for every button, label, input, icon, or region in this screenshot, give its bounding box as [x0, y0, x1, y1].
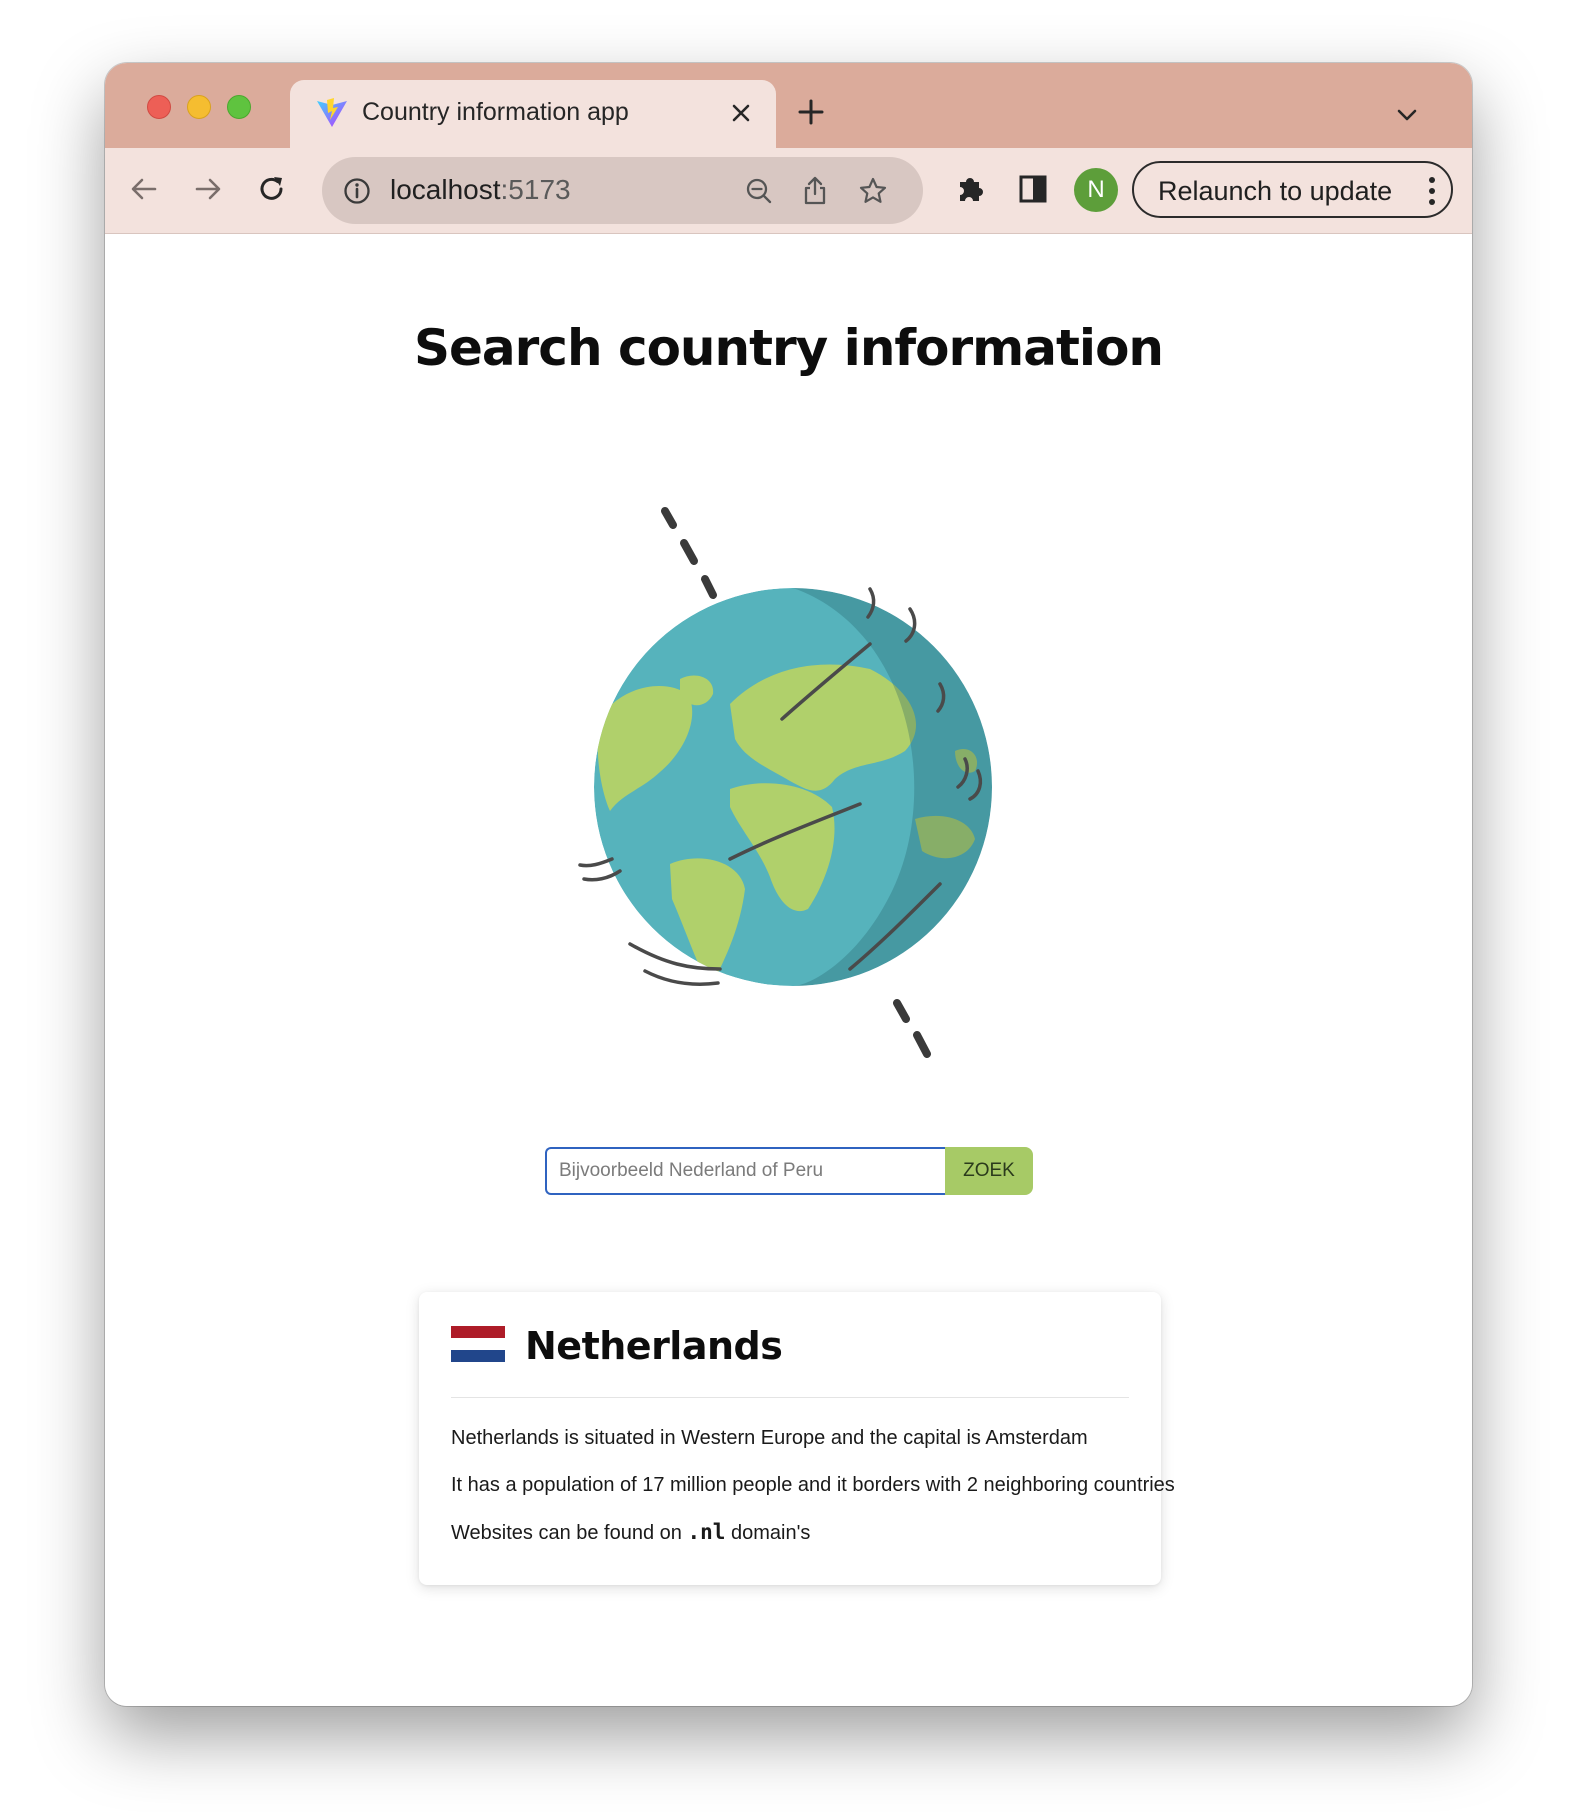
card-divider	[451, 1397, 1129, 1398]
info-line-region: Netherlands is situated in Western Europ…	[451, 1427, 1088, 1449]
kebab-menu-icon[interactable]	[1427, 175, 1437, 207]
share-icon[interactable]	[799, 175, 831, 207]
country-search-input[interactable]	[545, 1147, 945, 1195]
forward-arrow-icon[interactable]	[191, 172, 225, 206]
info-line-population: It has a population of 17 million people…	[451, 1474, 1175, 1496]
star-icon[interactable]	[857, 175, 889, 207]
zoom-out-icon[interactable]	[743, 175, 775, 207]
side-panel-icon[interactable]	[1016, 172, 1050, 206]
relaunch-label: Relaunch to update	[1158, 176, 1393, 206]
country-result-card: Netherlands Netherlands is situated in W…	[419, 1292, 1175, 1585]
info-line-domain: Websites can be found on .nl domain's	[451, 1520, 810, 1545]
url-text[interactable]: localhost:5173	[390, 174, 571, 206]
url-port: :5173	[500, 174, 571, 205]
address-bar[interactable]: localhost:5173	[322, 157, 923, 224]
close-window-button[interactable]	[147, 95, 171, 119]
zoek-button[interactable]: ZOEK	[945, 1147, 1033, 1195]
netherlands-flag-icon	[451, 1326, 505, 1362]
country-name: Netherlands	[525, 1324, 783, 1368]
domain-prefix: Websites can be found on	[451, 1522, 682, 1544]
close-icon[interactable]	[728, 100, 754, 126]
chevron-down-icon[interactable]	[1394, 106, 1420, 124]
vite-favicon	[317, 98, 347, 127]
reload-icon[interactable]	[255, 172, 289, 206]
minimize-window-button[interactable]	[187, 95, 211, 119]
browser-window: Country information app localhost:5173 N…	[105, 63, 1472, 1706]
tab-strip: Country information app	[105, 63, 1472, 148]
tab-title: Country information app	[362, 98, 629, 126]
relaunch-to-update-button[interactable]: Relaunch to update	[1132, 161, 1453, 218]
search-form: ZOEK	[545, 1147, 1033, 1195]
globe-illustration	[578, 507, 992, 1058]
url-host: localhost	[390, 174, 501, 205]
page-viewport: Search country information Bijvoorbeeld …	[105, 234, 1472, 1706]
puzzle-icon[interactable]	[953, 172, 987, 206]
domain-suffix: domain's	[730, 1522, 811, 1544]
domain-code: .nl	[687, 1520, 726, 1544]
profile-avatar[interactable]: N	[1074, 168, 1118, 212]
page-title: Search country information	[413, 319, 1164, 377]
back-arrow-icon[interactable]	[127, 172, 161, 206]
tab-country-information[interactable]: Country information app	[290, 80, 776, 148]
plus-icon[interactable]	[795, 96, 827, 128]
maximize-window-button[interactable]	[227, 95, 251, 119]
info-icon[interactable]	[342, 176, 372, 206]
browser-toolbar: localhost:5173 N Relaunch to update	[105, 148, 1472, 234]
